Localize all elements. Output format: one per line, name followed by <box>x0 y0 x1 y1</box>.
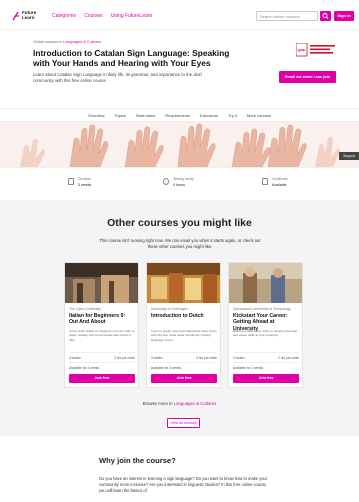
join-free-button[interactable]: Join free <box>69 374 135 383</box>
futurelearn-logo-icon <box>12 11 19 21</box>
stat-label: Weekly study <box>173 177 194 181</box>
course-card-availability: Available for 3 weeks <box>151 362 217 370</box>
stat-value: Available <box>272 183 287 187</box>
course-card-description: In this online Italian for beginners cou… <box>69 329 135 342</box>
tab-try-it[interactable]: Try it <box>228 113 237 118</box>
course-card-title[interactable]: Italian for Beginners 0: Out And About <box>69 313 135 326</box>
tab-topics[interactable]: Topics <box>115 113 126 118</box>
certificate-icon <box>262 178 268 185</box>
course-description: Learn about Catalan Sign Language in dai… <box>33 72 202 83</box>
course-card-org: University of Groningen <box>151 307 188 311</box>
course-card-image <box>65 263 138 303</box>
nav-using-futurelearn[interactable]: Using FutureLearn <box>111 13 152 19</box>
browse-more: Browse more in Languages & Cultures <box>0 401 359 406</box>
search-button[interactable] <box>320 11 331 21</box>
course-hero: Online courses in Languages & Cultures I… <box>0 31 359 108</box>
logo-line-2: Learn <box>22 15 35 20</box>
course-card-meta: 4 weeks 2 hrs per week <box>69 352 135 360</box>
course-card[interactable]: The Open University Italian for Beginner… <box>64 262 139 388</box>
course-card-weeks: 3 weeks <box>151 356 163 360</box>
support-tab[interactable]: Support <box>339 152 359 160</box>
course-stats: Duration 3 weeks Weekly study 4 hours Ce… <box>0 167 359 200</box>
nav-courses[interactable]: Courses <box>84 13 103 19</box>
course-card-hours: 4 hrs per week <box>196 356 217 360</box>
course-hero-image <box>0 122 359 167</box>
browse-link[interactable]: Languages & Cultures <box>174 401 217 406</box>
sign-in-button[interactable]: Sign in <box>334 11 354 21</box>
why-join-title: Why join the course? <box>99 456 176 465</box>
course-card[interactable]: Queensland University of Technology Kick… <box>228 262 303 388</box>
page-title: Introduction to Catalan Sign Language: S… <box>33 48 230 68</box>
course-card-hours: 2 hrs per week <box>114 356 135 360</box>
clock-icon <box>163 178 169 185</box>
search-icon <box>322 13 329 19</box>
breadcrumb: Online courses in Languages & Cultures <box>33 40 101 44</box>
enroll-button[interactable]: Email me when I can join <box>279 71 336 83</box>
course-card-org: The Open University <box>69 307 101 311</box>
course-card-org: Queensland University of Technology <box>233 307 291 311</box>
stat-value: 3 weeks <box>78 183 92 187</box>
partner-logo[interactable]: UPF <box>296 43 338 59</box>
course-card-image <box>229 263 302 303</box>
nav-categories[interactable]: Categories <box>52 13 76 19</box>
futurelearn-logo[interactable]: Future Learn <box>12 10 44 22</box>
course-card-description: Learn to speak, read and understand basi… <box>151 329 217 342</box>
course-card-image <box>147 263 220 303</box>
other-courses-section: Other courses you might like This course… <box>0 200 359 436</box>
course-card-meta: 3 weeks 4 hrs per week <box>151 352 217 360</box>
course-card-title[interactable]: Introduction to Dutch <box>151 313 217 319</box>
search-input[interactable]: Search online courses <box>256 11 318 21</box>
svg-text:UPF: UPF <box>298 48 307 53</box>
course-card-meta: 2 weeks 2 hrs per week <box>233 352 299 360</box>
tab-requirements[interactable]: Requirements <box>165 113 190 118</box>
course-card-description: Building a skills base online to develop… <box>233 329 298 338</box>
course-card[interactable]: University of Groningen Introduction to … <box>146 262 221 388</box>
logo-text: Future Learn <box>22 10 36 20</box>
main-nav: Categories Courses Using FutureLearn <box>52 13 152 19</box>
join-free-button[interactable]: Join free <box>151 374 217 383</box>
breadcrumb-prefix: Online courses in <box>33 40 63 44</box>
view-all-courses-button[interactable]: View all courses <box>167 418 200 428</box>
tab-start-dates[interactable]: Start dates <box>136 113 155 118</box>
other-courses-title: Other courses you might like <box>107 217 252 229</box>
why-join-section: Why join the course? Do you have an inte… <box>0 436 359 502</box>
tab-overview[interactable]: Overview <box>88 113 105 118</box>
course-card-availability: Available for 2 weeks <box>233 362 299 370</box>
course-card-hours: 2 hrs per week <box>278 356 299 360</box>
join-free-button[interactable]: Join free <box>233 374 299 383</box>
browse-prefix: Browse more in <box>142 401 173 406</box>
course-card-availability: Available for 4 weeks <box>69 362 135 370</box>
other-courses-subtitle: This course isn't running right now. We … <box>99 238 261 249</box>
tab-educators[interactable]: Educators <box>200 113 218 118</box>
course-tabs: Overview Topics Start dates Requirements… <box>0 108 359 122</box>
course-card-weeks: 2 weeks <box>233 356 245 360</box>
top-header: Future Learn Categories Courses Using Fu… <box>0 0 359 30</box>
duration-icon <box>68 178 74 185</box>
stat-label: Duration <box>78 177 92 181</box>
breadcrumb-link[interactable]: Languages & Cultures <box>63 40 101 44</box>
why-join-text: Do you have an interest in learning a si… <box>99 476 268 493</box>
tab-more-courses[interactable]: More courses <box>247 113 271 118</box>
hands-image <box>0 122 359 167</box>
course-card-weeks: 4 weeks <box>69 356 81 360</box>
stat-value: 4 hours <box>173 183 185 187</box>
stat-label: Certificate <box>272 177 288 181</box>
